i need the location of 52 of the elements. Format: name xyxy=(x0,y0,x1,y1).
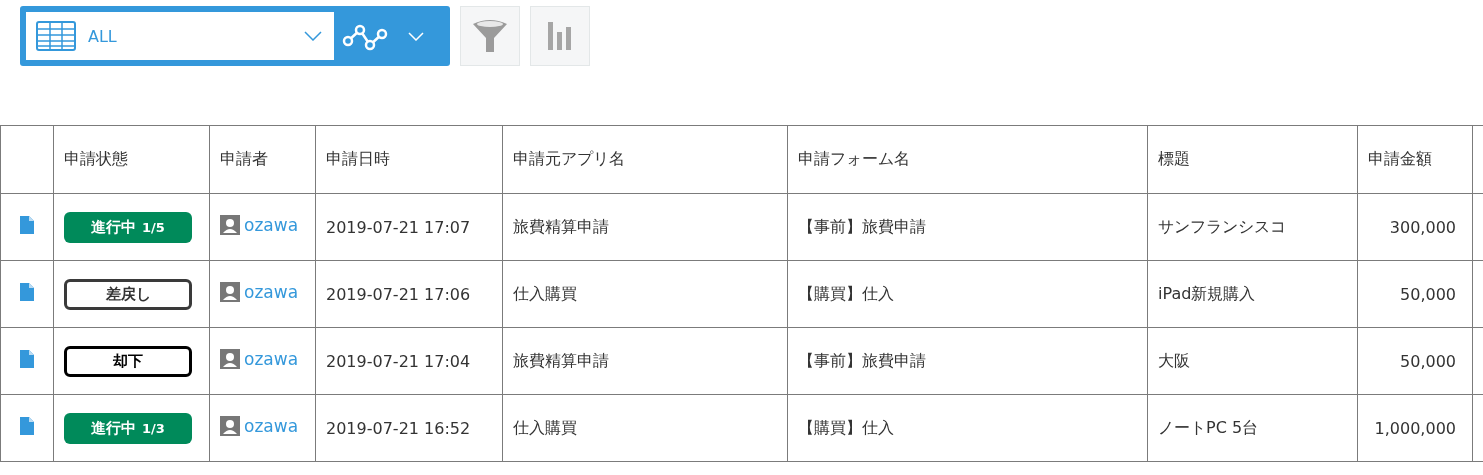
chevron-down-icon xyxy=(304,31,322,41)
table-cell: 1,000,000 xyxy=(1357,394,1473,462)
column-header: 標題 xyxy=(1147,125,1358,194)
table-cell: 【事前】旅費申請 xyxy=(787,327,1148,395)
table-cell: 2019-07-21 17:06 xyxy=(315,260,503,328)
table-cell: 旅費精算申請 xyxy=(502,327,788,395)
status-badge: 差戻し xyxy=(64,278,192,310)
column-header: 申請フォーム名 xyxy=(787,125,1148,194)
table-cell: 仕入購買 xyxy=(502,260,788,328)
table-icon xyxy=(36,21,76,51)
table-cell: 【購買】仕入 xyxy=(787,260,1148,328)
applicant-link[interactable]: ozawa xyxy=(244,282,299,302)
table-cell: 旅費精算申請 xyxy=(502,193,788,261)
document-icon[interactable] xyxy=(20,417,34,435)
view-select-value: ALL xyxy=(88,26,118,46)
applicant-link[interactable]: ozawa xyxy=(244,349,299,369)
document-icon[interactable] xyxy=(20,350,34,368)
column-header: 申請日時 xyxy=(315,125,503,194)
user-avatar-icon xyxy=(220,282,240,302)
status-badge: 進行中 1/5 xyxy=(64,211,192,243)
column-header: 申請金額 xyxy=(1357,125,1473,194)
view-select[interactable]: ALL xyxy=(26,12,334,60)
table-cell: 仕入購買 xyxy=(502,394,788,462)
table-cell: 【事前】旅費申請 xyxy=(787,193,1148,261)
chevron-down-icon xyxy=(408,31,424,41)
status-badge: 進行中 1/3 xyxy=(64,412,192,444)
table-cell: ノートPC 5台 xyxy=(1147,394,1358,462)
column-header: 申請元アプリ名 xyxy=(502,125,788,194)
table-cell: 大阪 xyxy=(1147,327,1358,395)
table-cell: iPad新規購入 xyxy=(1147,260,1358,328)
document-icon[interactable] xyxy=(20,283,34,301)
table-cell: 300,000 xyxy=(1357,193,1473,261)
table-cell: 50,000 xyxy=(1357,260,1473,328)
chart-button[interactable] xyxy=(530,6,590,66)
table-cell: 2019-07-21 17:07 xyxy=(315,193,503,261)
column-header: 申請状態 xyxy=(53,125,210,194)
table-cell: 2019-07-21 16:52 xyxy=(315,394,503,462)
table-cell: 2019-07-21 17:04 xyxy=(315,327,503,395)
applicant-link[interactable]: ozawa xyxy=(244,416,299,436)
user-avatar-icon xyxy=(220,416,240,436)
table-cell: 【購買】仕入 xyxy=(787,394,1148,462)
table-cell: 50,000 xyxy=(1357,327,1473,395)
user-avatar-icon xyxy=(220,215,240,235)
document-icon[interactable] xyxy=(20,216,34,234)
table-cell: サンフランシスコ xyxy=(1147,193,1358,261)
user-avatar-icon xyxy=(220,349,240,369)
filter-button[interactable] xyxy=(460,6,520,66)
status-badge: 却下 xyxy=(64,345,192,377)
applicant-link[interactable]: ozawa xyxy=(244,215,299,235)
column-header: 申請者 xyxy=(209,125,316,194)
bar-chart-icon xyxy=(548,22,572,50)
filter-icon xyxy=(472,18,508,54)
